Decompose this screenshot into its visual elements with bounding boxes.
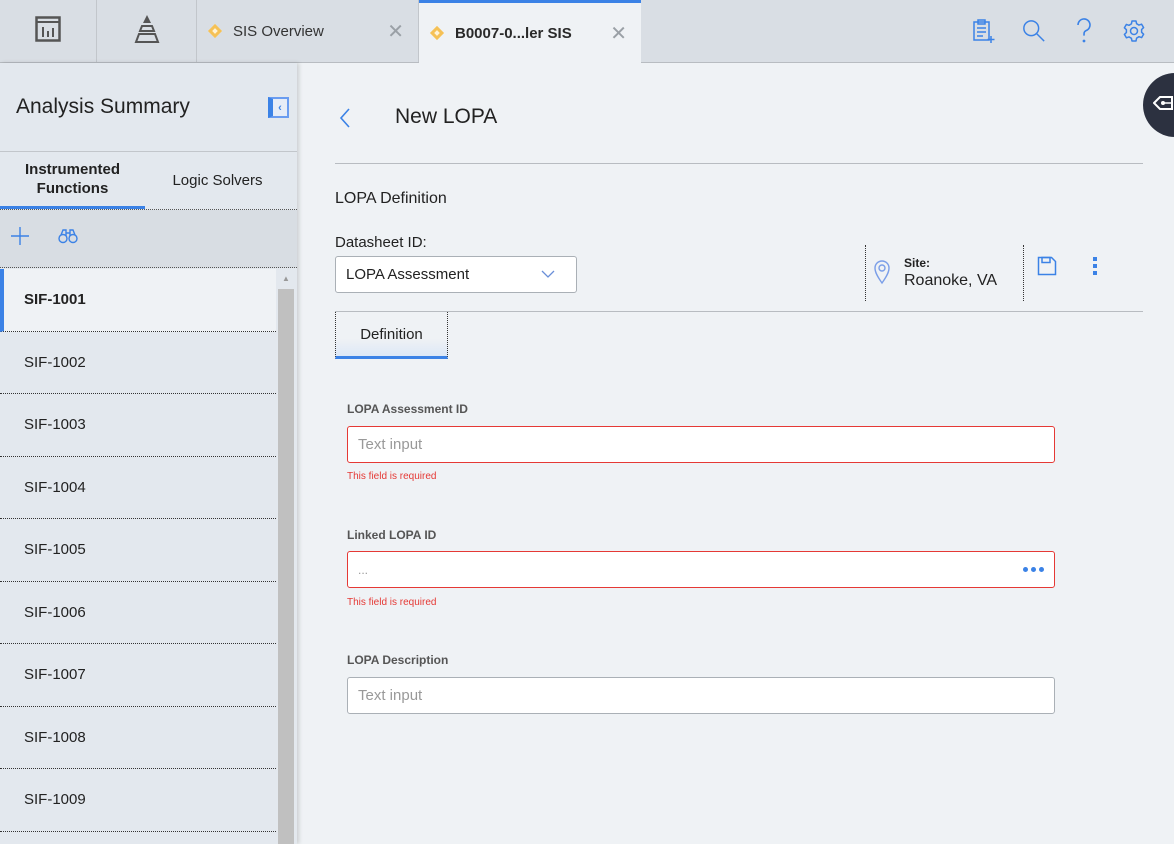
tab-definition[interactable]: Definition — [335, 312, 448, 359]
tab-logic-solvers[interactable]: Logic Solvers — [145, 152, 290, 209]
add-icon[interactable] — [10, 226, 30, 251]
tab-label: B0007-0...ler SIS — [455, 24, 572, 42]
divider — [335, 311, 1143, 312]
datasheet-label: Datasheet ID: — [335, 234, 427, 251]
site-value: Roanoke, VA — [904, 272, 998, 289]
pyramid-button[interactable] — [97, 0, 197, 62]
datasheet-select[interactable]: LOPA Assessment — [335, 256, 577, 293]
tab-label: SIS Overview — [233, 22, 324, 40]
binoculars-icon[interactable] — [58, 228, 78, 249]
lopa-assessment-id-input[interactable]: Text input — [347, 426, 1055, 463]
placeholder: ... — [358, 562, 369, 577]
tab-sis-overview[interactable]: SIS Overview ✕ — [197, 0, 419, 62]
page-title: New LOPA — [395, 105, 498, 128]
sidebar: Analysis Summary ‹ Instrumented Function… — [0, 63, 297, 844]
field-label: LOPA Description — [347, 653, 449, 667]
chevron-left-icon: ‹ — [278, 101, 282, 114]
scroll-up-arrow-icon[interactable]: ▲ — [277, 269, 295, 287]
field-label: LOPA Assessment ID — [347, 402, 468, 416]
sif-list: SIF-1001 SIF-1002 SIF-1003 SIF-1004 SIF-… — [0, 269, 276, 832]
site-info: Site: Roanoke, VA — [865, 245, 1024, 301]
error-message: This field is required — [347, 471, 437, 482]
list-item[interactable]: SIF-1002 — [0, 332, 276, 394]
scrollbar[interactable]: ▲ — [277, 269, 295, 844]
lopa-description-input[interactable]: Text input — [347, 677, 1055, 714]
top-bar: SIS Overview ✕ B0007-0...ler SIS ✕ — [0, 0, 1174, 63]
diamond-icon — [429, 25, 445, 41]
more-options-icon[interactable] — [1092, 257, 1098, 275]
list-item[interactable]: SIF-1007 — [0, 644, 276, 707]
back-icon[interactable] — [338, 107, 352, 134]
pyramid-icon — [132, 14, 162, 49]
datasheet-value: LOPA Assessment — [346, 266, 470, 283]
close-icon[interactable]: ✕ — [387, 19, 404, 44]
gear-icon[interactable] — [1122, 19, 1146, 43]
dashboard-button[interactable] — [0, 0, 97, 62]
save-icon[interactable] — [1037, 256, 1057, 281]
clipboard-add-icon[interactable] — [972, 19, 996, 43]
list-item[interactable]: SIF-1005 — [0, 519, 276, 582]
list-item[interactable]: SIF-1003 — [0, 394, 276, 457]
close-icon[interactable]: ✕ — [610, 21, 627, 46]
search-icon[interactable] — [1022, 19, 1046, 43]
list-item[interactable]: SIF-1006 — [0, 582, 276, 644]
list-item[interactable]: SIF-1001 — [0, 269, 276, 332]
list-item[interactable]: SIF-1004 — [0, 457, 276, 519]
placeholder: Text input — [358, 687, 423, 704]
sidebar-title: Analysis Summary — [16, 95, 190, 118]
section-title: LOPA Definition — [335, 190, 447, 207]
main-panel: New LOPA LOPA Definition Datasheet ID: L… — [297, 63, 1174, 844]
location-pin-icon — [873, 259, 891, 290]
site-label: Site: — [904, 256, 931, 270]
divider — [335, 163, 1143, 164]
list-item[interactable]: SIF-1009 — [0, 769, 276, 832]
diamond-icon — [207, 23, 223, 39]
error-message: This field is required — [347, 597, 437, 608]
tab-b0007-sis[interactable]: B0007-0...ler SIS ✕ — [419, 0, 641, 63]
field-label: Linked LOPA ID — [347, 528, 437, 542]
pen-tip-icon — [1152, 95, 1173, 116]
list-item[interactable]: SIF-1008 — [0, 707, 276, 769]
help-icon[interactable] — [1072, 18, 1096, 43]
chevron-down-icon — [540, 266, 556, 286]
scrollbar-thumb[interactable] — [278, 289, 294, 844]
placeholder: Text input — [358, 436, 423, 453]
linked-lopa-id-input[interactable]: ... — [347, 551, 1055, 588]
dashboard-icon — [35, 15, 61, 47]
tab-instrumented-functions[interactable]: Instrumented Functions — [0, 152, 145, 209]
collapse-sidebar-button[interactable]: ‹ — [268, 97, 289, 118]
ellipsis-lookup-icon[interactable] — [1023, 567, 1044, 572]
